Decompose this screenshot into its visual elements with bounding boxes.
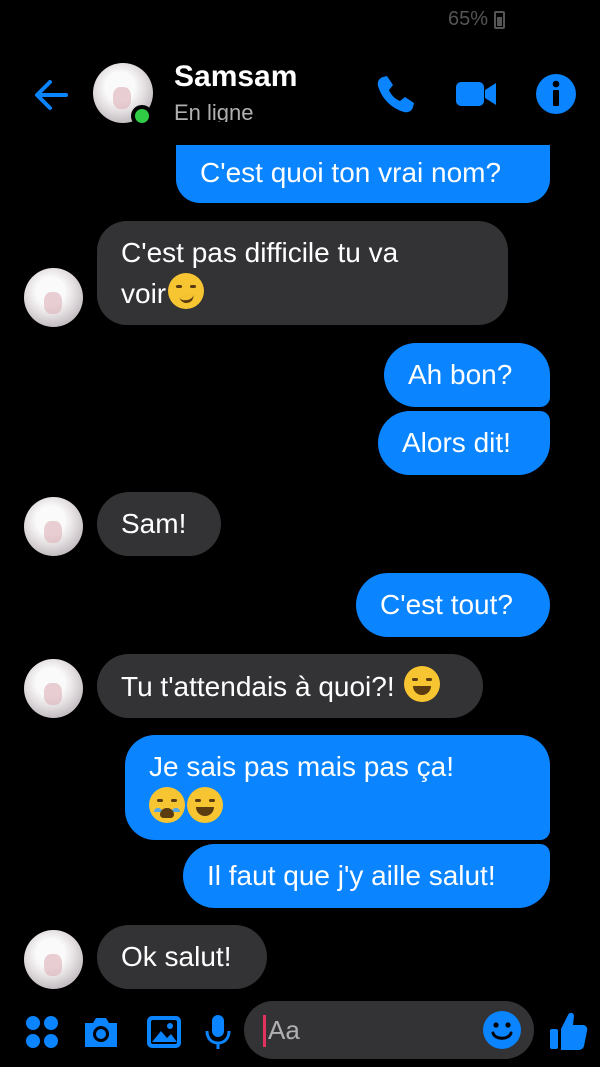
message-bubble-sent[interactable]: Alors dit! [378,411,550,475]
video-icon[interactable] [454,72,498,116]
message-text: Ah bon? [408,359,513,390]
chat-header: Samsam En ligne [0,52,600,136]
message-text: C'est quoi ton vrai nom? [200,157,502,188]
message-text-line-2: voir [121,273,484,314]
message-bubble-sent[interactable]: Je sais pas mais pas ça! [125,735,550,840]
message-bubble-sent[interactable]: Il faut que j'y aille salut! [183,844,550,908]
message-text: C'est tout? [380,589,513,620]
message-bubble-received[interactable]: Ok salut! [97,925,267,989]
rolling-laughing-emoji [187,787,223,823]
message-bubble-sent[interactable]: Ah bon? [384,343,550,407]
message-bubble-received[interactable]: Tu t'attendais à quoi?! [97,654,483,718]
phone-icon[interactable] [374,72,418,116]
status-bar: 65% [0,0,600,40]
message-text: Ok salut! [121,941,232,972]
loudly-crying-emoji [149,787,185,823]
message-bubble-received[interactable]: C'est pas difficile tu va voir [97,221,508,325]
smirking-face-emoji [168,273,205,309]
contact-avatar-small[interactable] [24,659,83,718]
emoji-icon[interactable] [482,1010,522,1050]
microphone-icon[interactable] [198,1012,238,1052]
camera-icon[interactable] [81,1012,121,1052]
message-input-placeholder: Aa [268,1015,300,1045]
back-arrow-icon[interactable] [30,74,72,116]
battery-indicator: 65% [448,8,505,31]
contact-name[interactable]: Samsam [174,60,297,94]
message-text-line: C'est pas difficile tu va [121,237,399,268]
message-bubble-sent[interactable]: C'est tout? [356,573,550,637]
contact-status: En ligne [174,100,254,122]
message-text: Je sais pas mais pas ça! [149,751,455,782]
message-emojis [149,787,526,828]
apps-grid-icon[interactable] [22,1012,62,1052]
battery-icon [494,10,505,29]
contact-avatar-small[interactable] [24,497,83,556]
message-bubble-sent[interactable]: C'est quoi ton vrai nom? [176,145,550,203]
thumbs-up-icon[interactable] [548,1009,588,1053]
composer-bar: Aa [0,995,600,1067]
message-text: Tu t'attendais à quoi?! [121,671,403,702]
message-text: Sam! [121,508,187,539]
contact-avatar-small[interactable] [24,268,83,327]
message-input[interactable]: Aa [244,1001,534,1059]
battery-percent: 65% [447,8,488,30]
message-text: Alors dit! [402,427,511,458]
contact-avatar-small[interactable] [24,930,83,989]
rolling-laughing-emoji [404,666,441,702]
text-cursor [263,1015,266,1047]
message-bubble-received[interactable]: Sam! [97,492,221,556]
gallery-icon[interactable] [144,1012,184,1052]
online-indicator [131,105,153,127]
info-icon[interactable] [534,72,578,116]
message-text: Il faut que j'y aille salut! [207,860,496,891]
